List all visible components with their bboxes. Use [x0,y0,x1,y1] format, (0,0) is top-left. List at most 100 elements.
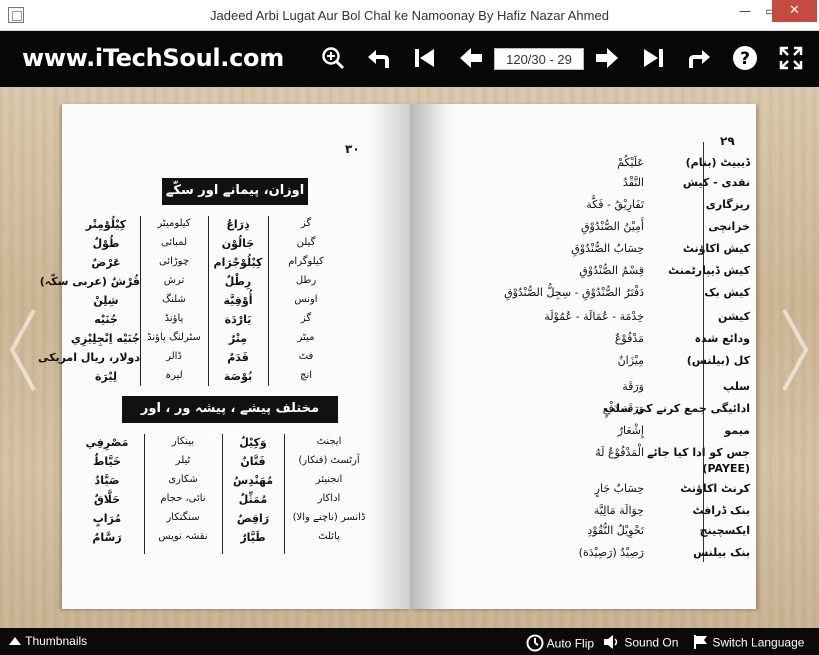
urdu-term: کل (بیلنس) [686,354,750,367]
arabic-term: جَالُوْن [221,237,255,250]
arabic-term: خَيَّاطٌ [93,455,121,468]
urdu-term: ودائع شدہ [694,332,750,345]
status-bar: Thumbnails Auto Flip Sound On Switch Lan… [0,628,819,655]
arabic-term: رَصِيْدٌ (رَصِيْدَة) [578,546,644,559]
arabic-term: النَّقْدُ [622,176,644,189]
first-page-icon[interactable] [412,45,438,71]
arabic-term: مُرَابٍ [92,512,122,525]
urdu-term: شلنگ [162,294,186,305]
arabic-term: أَمِيْنُ الصُّنْدُوْقِ [580,220,644,233]
arabic-term: إِشْعَارٌ [617,424,644,437]
book-viewer: ٣٠ اوزان، پیمانے اور سکّے گز ذِرَاعٌ کیلوم… [0,87,819,628]
urdu-term: ادائیگی جمع کرنے کی سلپ [604,402,750,415]
arabic-term: أُوْقِيَّة [223,294,253,307]
urdu-term: کرنٹ اکاؤنٹ [680,482,750,495]
last-page-icon[interactable] [640,45,666,71]
auto-flip-label: Auto Flip [546,636,595,651]
next-page-arrow-icon[interactable] [778,305,812,395]
arabic-term: ذِرَاعٌ [226,218,250,231]
arabic-term: حِوَالَة مَالِيَّة [593,504,644,517]
urdu-term: پائلٹ [318,531,340,542]
urdu-term: کیلوگرام [288,256,324,267]
urdu-term: اداکار [317,493,341,504]
close-button[interactable]: ✕ [772,0,817,22]
arabic-term: حَلَّاقٌ [93,493,121,506]
urdu-term: نقدی - کیش [682,176,750,189]
clock-icon [526,634,544,655]
arabic-term: تَفَارِيْقُ - فَكَّة [586,198,644,211]
urdu-term: ایجنٹ [316,436,342,447]
urdu-term: اونس [294,294,318,305]
arabic-term: دولار، ریال امریکی [37,351,140,364]
urdu-term: آرٹسٹ (فنکار) [298,455,360,466]
arabic-term: بُوْصَة [223,370,253,383]
arabic-term: رَسَّامٌ [92,531,122,544]
arabic-term: کِیْلُوْمِتْر [85,218,127,231]
urdu-term: انجنیئر [315,474,343,485]
arabic-term: فَنَّانٌ [240,455,266,468]
next-page-icon[interactable] [594,45,620,71]
language-label: Switch Language [712,635,805,650]
urdu-term: لمبائی [160,237,187,248]
arabic-term: طَيَّارٌ [240,531,266,544]
urdu-term: بینکار [171,436,195,447]
urdu-term: نقشہ نویس [158,531,208,542]
arabic-term: قِسْمُ الصُّنْدُوْقِ [579,264,644,277]
urdu-term: فٹ [298,351,314,362]
urdu-term: شکاری [168,474,198,485]
minimize-button[interactable]: — [732,0,758,22]
urdu-term: کیلومیٹر [157,218,191,229]
arabic-term: دَفْتَرُ الصُّنْدُوْقِ - سِجِلُّ الصُّنْ… [504,286,644,299]
arabic-term: وَكِيْلٌ [239,436,267,449]
thumbnails-button[interactable]: Thumbnails [8,634,87,649]
urdu-term: میمو [724,424,750,437]
urdu-term: ڈیبیٹ (بنام) [685,156,750,169]
arabic-term: مَدْفُوْعٌ [614,332,644,345]
zoom-in-icon[interactable] [320,45,346,71]
arabic-term: لِيْرَة [95,370,117,383]
urdu-term: کیش اکاؤنٹ [682,242,750,255]
section-heading: مختلف پیشے ، پیشہ ور ، اور عہدیدار [122,396,338,442]
urdu-term: میٹر [297,332,315,343]
arabic-term: جُنَيْه اِنْجِلِيْزِي [70,332,140,345]
arabic-term: مُهَنْدِسٌ [232,474,274,487]
arabic-term: طُوْلٌ [92,237,120,250]
urdu-term: گز [300,218,312,229]
undo-icon[interactable] [366,45,392,71]
urdu-term: کیشن [718,310,750,323]
sound-toggle[interactable]: Sound On [603,634,678,653]
triangle-up-icon [8,635,22,649]
sound-label: Sound On [624,635,679,650]
switch-language-button[interactable]: Switch Language [693,634,804,653]
fullscreen-icon[interactable] [778,45,804,71]
previous-page-icon[interactable] [458,45,484,71]
urdu-term: ٹیلر [175,455,191,466]
urdu-term: بنک ڈرافٹ [692,504,750,517]
arabic-term: قُرْشٌ (عربی سکّہ) [39,275,140,288]
arabic-term: کِیْلُوْجْرَام [213,256,263,269]
arabic-term: عَرْضٌ [91,256,121,269]
open-book: ٣٠ اوزان، پیمانے اور سکّے گز ذِرَاعٌ کیلوم… [37,104,760,609]
help-icon[interactable]: ? [732,45,758,71]
urdu-term: (PAYEE) [702,462,750,475]
urdu-term: رطل [295,275,317,286]
arabic-term: رَاقِصٌ [236,512,270,525]
svg-text:?: ? [740,49,750,69]
brand-logo: www.iTechSoul.com [22,44,284,72]
prev-page-arrow-icon[interactable] [6,305,40,395]
left-page[interactable]: ٣٠ اوزان، پیمانے اور سکّے گز ذِرَاعٌ کیلوم… [37,104,410,609]
urdu-term: پاؤنڈ [164,313,184,324]
toolbar: www.iTechSoul.com ? [0,31,819,87]
arabic-term: قَدَمٌ [227,351,249,364]
title-bar: Jadeed Arbi Lugat Aur Bol Chal ke Namoon… [0,0,819,31]
share-icon[interactable] [686,45,712,71]
urdu-term: ایکسچینج [699,524,750,537]
arabic-term: رِطْلٌ [224,275,252,288]
auto-flip-button[interactable]: Auto Flip [526,634,594,655]
page-number-input[interactable] [494,48,584,70]
urdu-term: انچ [299,370,313,381]
arabic-term: جُنَيْه [94,313,118,326]
urdu-term: گیلن [296,237,316,248]
right-page[interactable]: ٢٩ ڈیبیٹ (بنام) عَلَيْكُمْ نقدی - کیش النَّ… [410,104,756,609]
urdu-term: ریزگاری [705,198,750,211]
